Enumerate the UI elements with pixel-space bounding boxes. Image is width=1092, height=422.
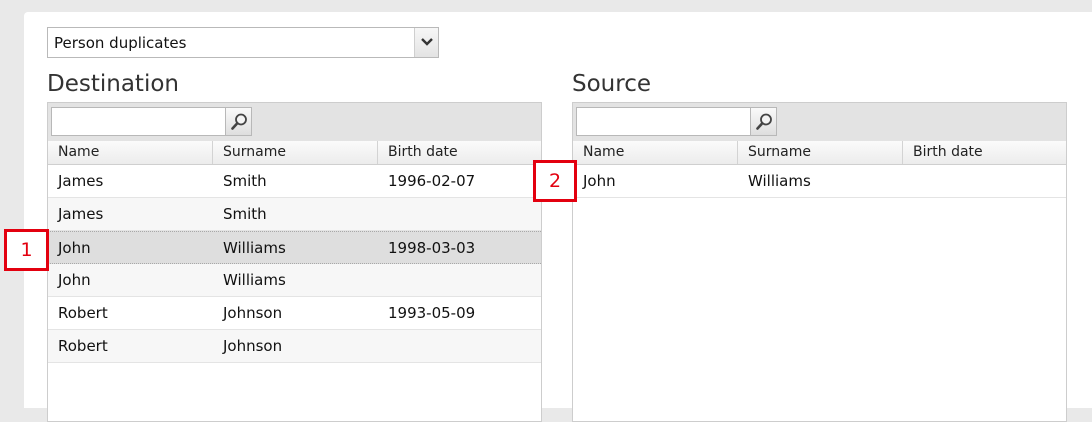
destination-search-button[interactable] [225, 107, 252, 136]
cell-surname: Johnson [223, 304, 283, 322]
source-search-input[interactable] [576, 107, 751, 136]
cell-name: John [58, 271, 91, 289]
source-rows: John Williams [573, 165, 1066, 198]
cell-birth-date: 1996-02-07 [388, 172, 476, 190]
cell-birth-date: 1998-03-03 [388, 239, 476, 257]
cell-birth-date [378, 264, 543, 296]
cell-name: James [58, 205, 104, 223]
column-header-name[interactable]: Name [48, 141, 213, 164]
table-row[interactable]: John Williams [48, 264, 541, 297]
chevron-down-icon [421, 38, 433, 46]
table-row[interactable]: John Williams [573, 165, 1066, 198]
table-row-selected[interactable]: John Williams 1998-03-03 [48, 231, 541, 264]
cell-surname: Williams [223, 271, 286, 289]
callout-marker-2: 2 [533, 160, 577, 202]
table-row[interactable]: Robert Johnson [48, 330, 541, 363]
column-header-surname[interactable]: Surname [738, 141, 903, 164]
cell-name: James [58, 172, 104, 190]
cell-birth-date [903, 165, 1068, 197]
destination-header-row: Name Surname Birth date [48, 141, 541, 165]
source-grid: Name Surname Birth date John Williams [572, 102, 1067, 422]
column-header-name[interactable]: Name [573, 141, 738, 164]
cell-surname: Smith [223, 205, 267, 223]
dropdown-toggle[interactable] [414, 28, 438, 57]
cell-surname: Williams [223, 239, 286, 257]
source-toolbar [573, 103, 1066, 142]
column-header-birth-date[interactable]: Birth date [903, 141, 1068, 164]
cell-surname: Williams [748, 172, 811, 190]
cell-surname: Johnson [223, 337, 283, 355]
table-row[interactable]: Robert Johnson 1993-05-09 [48, 297, 541, 330]
cell-birth-date [378, 198, 543, 230]
duplicate-type-select[interactable]: Person duplicates [47, 27, 439, 58]
destination-search-input[interactable] [51, 107, 226, 136]
destination-grid: Name Surname Birth date James Smith 1996… [47, 102, 542, 422]
cell-birth-date: 1993-05-09 [388, 304, 476, 322]
source-search-button[interactable] [750, 107, 777, 136]
search-icon [756, 113, 772, 130]
column-header-surname[interactable]: Surname [213, 141, 378, 164]
table-row[interactable]: James Smith 1996-02-07 [48, 165, 541, 198]
destination-title: Destination [47, 71, 179, 97]
search-icon [231, 113, 247, 130]
cell-birth-date [378, 330, 543, 362]
cell-name: Robert [58, 337, 108, 355]
cell-name: John [583, 172, 616, 190]
callout-marker-1: 1 [4, 229, 49, 271]
source-title: Source [572, 71, 651, 97]
cell-surname: Smith [223, 172, 267, 190]
source-header-row: Name Surname Birth date [573, 141, 1066, 165]
column-header-birth-date[interactable]: Birth date [378, 141, 543, 164]
table-row[interactable]: James Smith [48, 198, 541, 231]
cell-name: John [58, 239, 91, 257]
duplicate-type-value: Person duplicates [54, 34, 187, 52]
destination-toolbar [48, 103, 541, 142]
cell-name: Robert [58, 304, 108, 322]
destination-rows: James Smith 1996-02-07 James Smith John … [48, 165, 541, 363]
